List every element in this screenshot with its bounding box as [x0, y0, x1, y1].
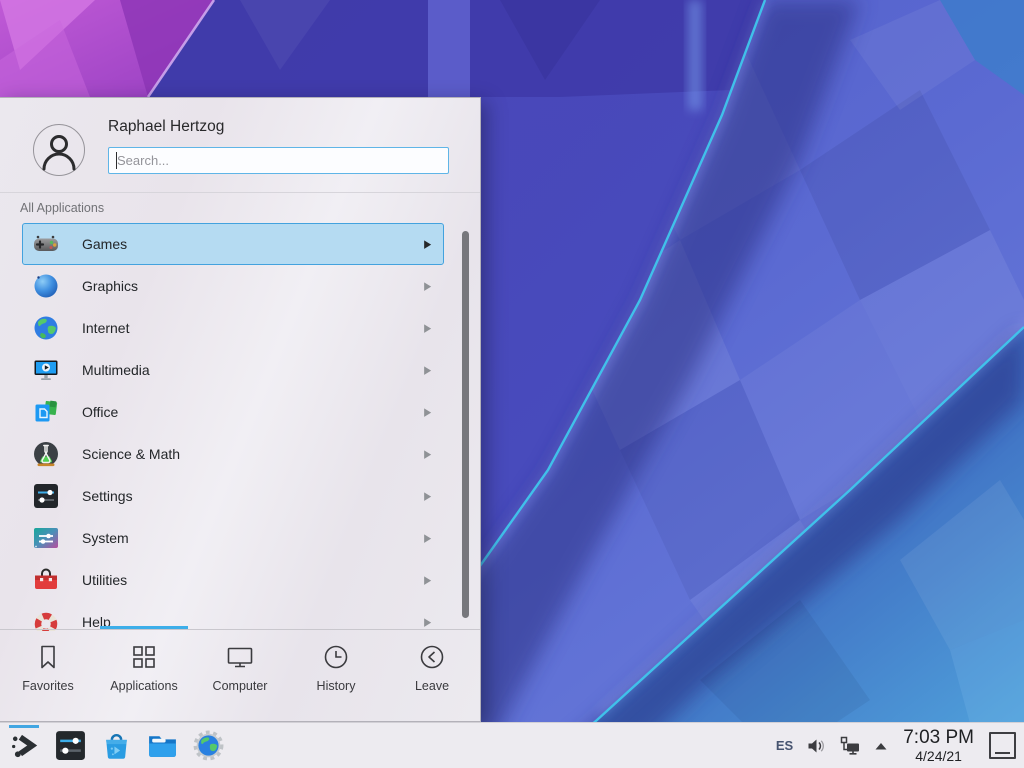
category-office[interactable]: Office ▶: [22, 391, 444, 433]
submenu-arrow-icon: ▶: [424, 615, 431, 628]
category-label: Multimedia: [82, 362, 150, 378]
category-graphics[interactable]: Graphics ▶: [22, 265, 444, 307]
category-label: Utilities: [82, 572, 127, 588]
category-utilities[interactable]: Utilities ▶: [22, 559, 444, 601]
taskbar: ES: [0, 722, 1024, 768]
submenu-arrow-icon: ▶: [424, 489, 431, 502]
clock-time: 7:03 PM: [903, 728, 974, 747]
volume-icon[interactable]: [806, 736, 826, 756]
category-settings[interactable]: Settings ▶: [22, 475, 444, 517]
tab-label: Leave: [415, 679, 449, 693]
submenu-arrow-icon: ▶: [424, 531, 431, 544]
submenu-arrow-icon: ▶: [424, 321, 431, 334]
category-label: Science & Math: [82, 446, 180, 462]
folder-icon: [146, 729, 179, 762]
clock[interactable]: 7:03 PM 4/24/21: [903, 728, 974, 763]
tab-label: Applications: [110, 679, 177, 693]
taskbar-apps: [4, 723, 228, 768]
monitor-icon: [225, 642, 255, 672]
discover-button[interactable]: [96, 724, 136, 768]
tab-computer[interactable]: Computer: [192, 630, 288, 721]
user-icon: [36, 127, 82, 173]
system-settings-icon: [54, 729, 87, 762]
utilities-icon: [32, 566, 60, 594]
footer-tabs: Favorites Applications: [0, 629, 480, 721]
system-icon: [32, 524, 60, 552]
category-list: Games ▶ Graphics ▶: [0, 223, 480, 631]
discover-icon: [100, 729, 133, 762]
category-label: Settings: [82, 488, 133, 504]
search-input[interactable]: [108, 147, 449, 174]
active-tab-indicator: [100, 626, 188, 629]
submenu-arrow-icon: ▶: [424, 363, 431, 376]
category-label: System: [82, 530, 129, 546]
tab-history[interactable]: History: [288, 630, 384, 721]
help-icon: [32, 608, 60, 631]
user-name: Raphael Hertzog: [108, 118, 224, 136]
system-tray: ES: [776, 723, 1018, 768]
office-icon: [32, 398, 60, 426]
keyboard-layout-indicator[interactable]: ES: [776, 738, 793, 753]
show-desktop-glyph: [995, 752, 1010, 754]
tab-leave[interactable]: Leave: [384, 630, 480, 721]
category-games[interactable]: Games ▶: [22, 223, 444, 265]
grid-icon: [129, 642, 159, 672]
science-icon: [32, 440, 60, 468]
category-label: Graphics: [82, 278, 138, 294]
category-science-math[interactable]: Science & Math ▶: [22, 433, 444, 475]
category-label: Office: [82, 404, 118, 420]
text-caret: [116, 152, 117, 169]
active-task-indicator: [9, 725, 39, 728]
category-label: Internet: [82, 320, 129, 336]
desktop: Raphael Hertzog All Applications: [0, 0, 1024, 768]
games-icon: [32, 230, 60, 258]
submenu-arrow-icon: ▶: [424, 447, 431, 460]
leave-icon: [417, 642, 447, 672]
submenu-arrow-icon: ▶: [424, 279, 431, 292]
internet-icon: [32, 314, 60, 342]
header-separator: [0, 192, 480, 193]
submenu-arrow-icon: ▶: [424, 405, 431, 418]
category-system[interactable]: System ▶: [22, 517, 444, 559]
tab-favorites[interactable]: Favorites: [0, 630, 96, 721]
submenu-arrow-icon: ▶: [424, 237, 431, 250]
kde-launcher-icon: [8, 729, 41, 762]
globe-gear-icon: [192, 729, 225, 762]
clock-icon: [321, 642, 351, 672]
bookmark-icon: [33, 642, 63, 672]
multimedia-icon: [32, 356, 60, 384]
section-label: All Applications: [20, 201, 104, 215]
tab-applications[interactable]: Applications: [96, 630, 192, 721]
submenu-arrow-icon: ▶: [424, 573, 431, 586]
graphics-icon: [32, 272, 60, 300]
show-desktop-button[interactable]: [989, 732, 1016, 759]
category-multimedia[interactable]: Multimedia ▶: [22, 349, 444, 391]
web-browser-button[interactable]: [188, 724, 228, 768]
category-help[interactable]: Help ▶: [22, 601, 444, 631]
category-label: Games: [82, 236, 127, 252]
application-launcher-menu: Raphael Hertzog All Applications: [0, 97, 481, 722]
tab-label: Computer: [213, 679, 268, 693]
expand-tray-icon[interactable]: [874, 741, 888, 751]
category-internet[interactable]: Internet ▶: [22, 307, 444, 349]
user-avatar[interactable]: [33, 124, 85, 176]
tab-label: Favorites: [22, 679, 73, 693]
scrollbar[interactable]: [462, 231, 469, 618]
settings-icon: [32, 482, 60, 510]
launcher-button[interactable]: [4, 724, 44, 768]
clock-date: 4/24/21: [903, 749, 974, 763]
system-settings-button[interactable]: [50, 724, 90, 768]
tab-label: History: [317, 679, 356, 693]
file-manager-button[interactable]: [142, 724, 182, 768]
network-icon[interactable]: [839, 735, 861, 757]
